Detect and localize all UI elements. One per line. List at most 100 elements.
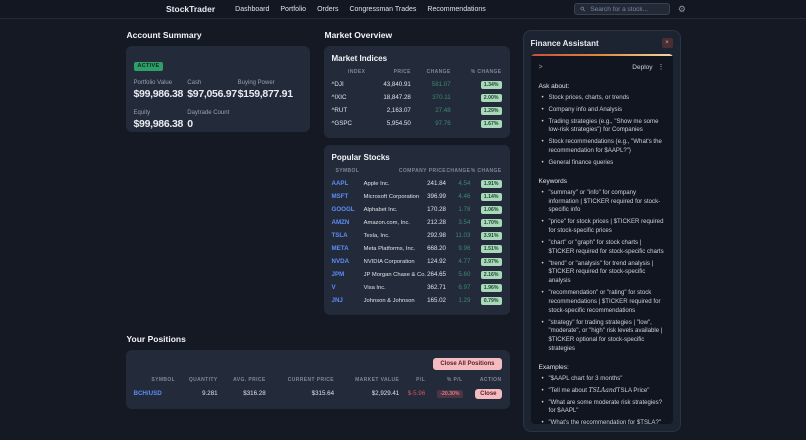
stock-pct-badge: 1.91%: [481, 180, 502, 188]
stock-symbol-link[interactable]: NVDA: [332, 258, 350, 265]
index-change: 581.07: [411, 78, 451, 91]
index-change: 27.48: [411, 104, 451, 117]
stock-change: 5.60: [446, 268, 470, 281]
nav-link[interactable]: Dashboard: [235, 6, 269, 13]
stock-symbol-link[interactable]: TSLA: [332, 232, 348, 239]
section-title-positions: Your Positions: [127, 334, 510, 344]
stock-change: 1.29: [446, 294, 470, 307]
account-stat: Portfolio Value $99,986.38: [134, 80, 188, 100]
stock-change: 4.54: [446, 177, 470, 190]
position-row: BCH/USD 9.281 $316.28 $315.64 $2,929.41 …: [134, 386, 502, 401]
stock-symbol-link[interactable]: AAPL: [332, 180, 349, 187]
index-pct-badge: 1.67%: [481, 120, 502, 128]
assistant-embed: > Deploy ⋮ Finance Chatbot Ask about: St…: [531, 54, 673, 424]
section-title-account-summary: Account Summary: [127, 30, 310, 40]
index-pct-badge: 1.34%: [481, 81, 502, 89]
column-header: Company: [360, 166, 427, 177]
stock-symbol-link[interactable]: GOOGL: [332, 206, 355, 213]
stock-row: NVDA NVIDIA Corporation 124.92 4.77 3.97…: [332, 255, 502, 268]
column-header: Market Value: [334, 375, 399, 386]
deploy-button[interactable]: Deploy: [632, 64, 652, 71]
stock-row: META Meta Platforms, Inc. 668.20 9.96 1.…: [332, 242, 502, 255]
settings-gear-icon[interactable]: ⚙: [678, 5, 686, 14]
index-change: 97.76: [411, 117, 451, 130]
column-header: Symbol: [134, 375, 176, 386]
list-item: Stock prices, charts, or trends: [541, 94, 665, 103]
column-header: Action: [463, 375, 502, 386]
index-price: 2,163.07: [365, 104, 411, 117]
stock-symbol-link[interactable]: V: [332, 284, 336, 291]
close-all-positions-button[interactable]: Close All Positions: [433, 358, 501, 370]
stat-value: 0: [187, 118, 237, 130]
stock-price: 241.84: [427, 177, 446, 190]
column-header: Index: [332, 67, 366, 78]
nav-link[interactable]: Orders: [317, 6, 338, 13]
account-stat: Buying Power $159,877.91: [238, 80, 302, 100]
panel-close-button[interactable]: ×: [662, 38, 673, 48]
column-header: % Change: [451, 67, 502, 78]
list-item: Company info and Analysis: [541, 106, 665, 115]
stock-change: 11.03: [446, 229, 470, 242]
position-symbol-link[interactable]: BCH/USD: [134, 390, 162, 397]
index-price: 43,840.91: [365, 78, 411, 91]
menu-dots-icon[interactable]: ⋮: [658, 63, 665, 71]
nav-link[interactable]: Recommendations: [427, 6, 485, 13]
stock-symbol-link[interactable]: AMZN: [332, 219, 350, 226]
index-symbol: ^DJI: [332, 78, 366, 91]
positions-table: SymbolQuantityAvg. PriceCurrent PriceMar…: [134, 375, 502, 401]
stock-row: AMZN Amazon.com, Inc. 212.28 3.54 1.70%: [332, 216, 502, 229]
list-item: "What are some moderate risk strategies?…: [541, 399, 665, 417]
list-item: "Tell me about TSLAandTSLA Price": [541, 387, 665, 396]
finance-assistant-panel: Finance Assistant × > Deploy ⋮ Finance C…: [523, 30, 681, 432]
index-row: ^GSPC 5,954.50 97.76 1.67%: [332, 117, 502, 130]
stock-company: Johnson & Johnson: [360, 294, 427, 307]
list-item: General finance queries: [541, 159, 665, 168]
position-current-price: $315.64: [266, 386, 334, 401]
list-item: "recommendation" or "rating" for stock r…: [541, 289, 665, 315]
expand-sidebar-icon[interactable]: >: [539, 64, 543, 71]
account-stat: Equity $99,986.38: [134, 110, 188, 130]
top-nav: StockTrader Dashboard Portfolio Orders Cong…: [0, 0, 806, 19]
index-symbol: ^GSPC: [332, 117, 366, 130]
stock-price: 362.71: [427, 281, 446, 294]
stock-row: GOOGL Alphabet Inc. 170.28 1.78 1.06%: [332, 203, 502, 216]
stat-label: Cash: [187, 80, 237, 86]
popular-stocks-title: Popular Stocks: [332, 153, 502, 162]
keywords-label: Keywords: [539, 178, 665, 185]
stock-symbol-link[interactable]: MSFT: [332, 193, 349, 200]
stock-search-box[interactable]: [574, 3, 670, 15]
stock-symbol-link[interactable]: JNJ: [332, 297, 343, 304]
stock-pct-badge: 1.14%: [481, 193, 502, 201]
search-input[interactable]: [588, 5, 664, 14]
nav-link[interactable]: Congressman Trades: [349, 6, 416, 13]
index-row: ^IXIC 18,847.28 370.11 2.00%: [332, 91, 502, 104]
market-overview-section: Market Overview Market Indices IndexPric…: [324, 30, 510, 322]
column-header: Current Price: [266, 375, 334, 386]
nav-link[interactable]: Portfolio: [280, 6, 306, 13]
stock-company: Meta Platforms, Inc.: [360, 242, 427, 255]
column-header: Price: [365, 67, 411, 78]
index-price: 18,847.28: [365, 91, 411, 104]
stock-pct-badge: 2.16%: [481, 271, 502, 279]
column-header: Symbol: [332, 166, 360, 177]
index-price: 5,954.50: [365, 117, 411, 130]
column-header: % Change: [470, 166, 501, 177]
stock-change: 9.96: [446, 242, 470, 255]
account-stats: Portfolio Value $99,986.38 Cash $97,056.…: [134, 80, 302, 130]
stock-symbol-link[interactable]: META: [332, 245, 349, 252]
position-pct-badge: -20.30%: [437, 390, 462, 398]
app-logo: StockTrader: [166, 4, 215, 14]
stock-company: Microsoft Corporation: [360, 190, 427, 203]
stock-company: Apple Inc.: [360, 177, 427, 190]
keywords-list: "summary" or "info" for company informat…: [539, 189, 665, 357]
stock-row: AAPL Apple Inc. 241.84 4.54 1.91%: [332, 177, 502, 190]
examples-label: Examples:: [539, 364, 665, 371]
stock-symbol-link[interactable]: JPM: [332, 271, 345, 278]
column-header: Avg. Price: [218, 375, 266, 386]
stat-value: $99,986.38: [134, 88, 188, 100]
list-item: "chart" or "graph" for stock charts | $T…: [541, 239, 665, 257]
close-position-button[interactable]: Close: [475, 389, 501, 399]
stock-pct-badge: 1.70%: [481, 219, 502, 227]
section-title-market-overview: Market Overview: [325, 30, 510, 40]
stock-price: 212.28: [427, 216, 446, 229]
